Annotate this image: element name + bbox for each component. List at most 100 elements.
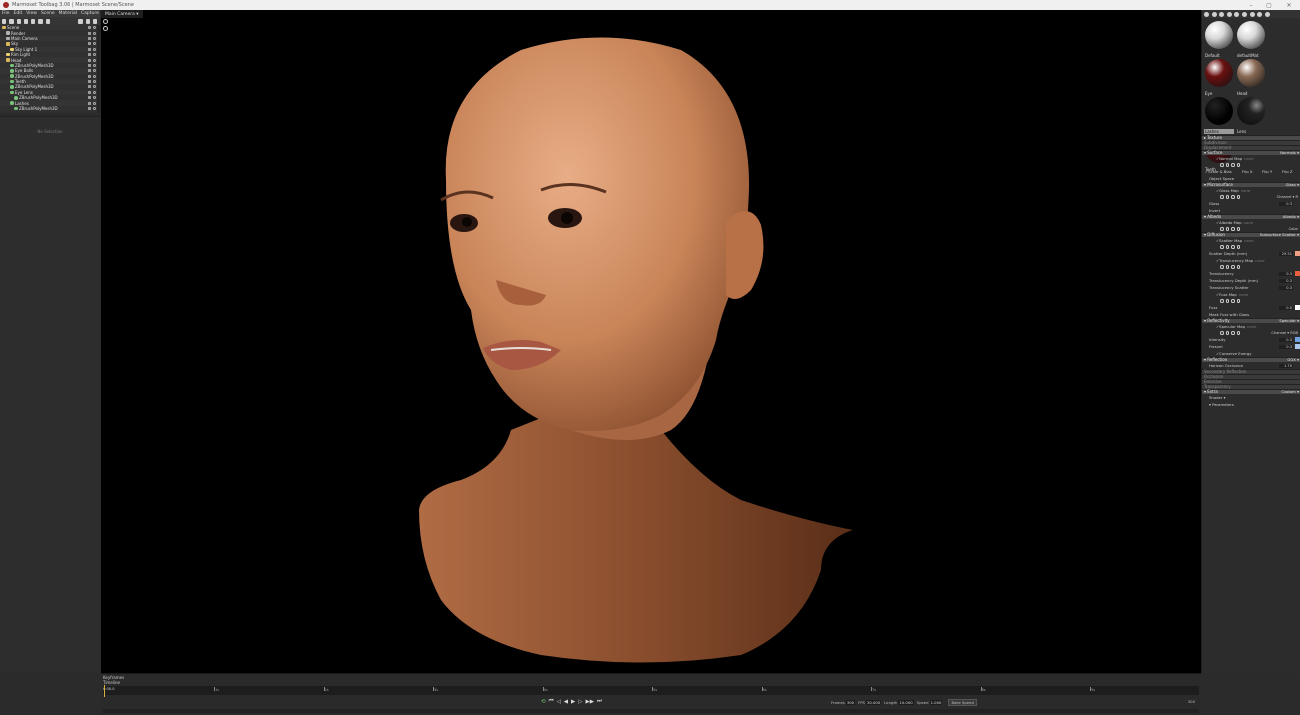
scale-bias-checkbox[interactable]: ✓Scale & Bias [1205, 169, 1232, 174]
menu-scene[interactable]: Scene [41, 11, 55, 16]
lock-icon[interactable] [88, 90, 91, 94]
material-thumbnail[interactable]: Eye [1204, 58, 1235, 96]
menu-edit[interactable]: Edit [14, 11, 23, 16]
property-value-field[interactable]: 0.3 [1279, 337, 1293, 342]
close-button[interactable]: ✕ [1282, 0, 1296, 10]
add-sky-icon[interactable] [23, 18, 28, 24]
lock-icon[interactable] [88, 96, 91, 100]
menu-file[interactable]: File [2, 11, 10, 16]
search-icon[interactable] [1225, 163, 1229, 167]
visibility-eye-icon[interactable] [93, 74, 96, 78]
picker-icon[interactable] [1241, 11, 1247, 17]
open-icon[interactable] [1220, 331, 1224, 335]
gizmo-icon[interactable] [103, 19, 108, 24]
maximize-button[interactable]: ▢ [1262, 0, 1276, 10]
property-value-field[interactable]: 0.3 [1279, 344, 1293, 349]
material-thumbnail[interactable]: Lashes [1204, 96, 1235, 134]
color-swatch[interactable] [1295, 305, 1300, 311]
length-input[interactable]: 10.000 [898, 700, 914, 705]
duplicate-material-icon[interactable] [1226, 11, 1232, 17]
camera-tab[interactable]: Main Camera ▾ [101, 10, 143, 18]
edit-icon[interactable] [1231, 299, 1235, 303]
flip-checkbox[interactable]: Flip X [1242, 168, 1253, 175]
edit-icon[interactable] [1231, 163, 1235, 167]
edit-icon[interactable] [1231, 331, 1235, 335]
visibility-eye-icon[interactable] [93, 53, 96, 57]
clear-icon[interactable] [1236, 299, 1240, 303]
add-camera-icon[interactable] [16, 18, 21, 24]
timeline-scrollbar[interactable] [103, 709, 1199, 713]
open-icon[interactable] [1220, 163, 1224, 167]
clear-icon[interactable] [1236, 195, 1240, 199]
playhead[interactable] [104, 685, 105, 697]
visibility-eye-icon[interactable] [93, 26, 96, 30]
visibility-eye-icon[interactable] [93, 63, 96, 67]
outliner-item[interactable]: ZBrushPolyMesh3D [0, 106, 97, 111]
color-swatch[interactable] [1295, 271, 1300, 277]
add-shadow-icon[interactable] [31, 18, 36, 24]
lock-icon[interactable] [88, 101, 91, 105]
step-forward-button[interactable]: ▷ [578, 699, 582, 705]
lock-icon[interactable] [88, 85, 91, 89]
minimize-button[interactable]: – [1244, 0, 1258, 10]
menu-view[interactable]: View [26, 11, 37, 16]
step-back-button[interactable]: ◀ [564, 699, 568, 705]
property-value-field[interactable]: 1.70 [1279, 363, 1293, 368]
material-library-icon[interactable] [1211, 11, 1217, 17]
visibility-eye-icon[interactable] [93, 90, 96, 94]
edit-icon[interactable] [1231, 227, 1235, 231]
add-light-icon[interactable] [9, 18, 14, 24]
edit-icon[interactable] [1231, 265, 1235, 269]
lock-icon[interactable] [88, 58, 91, 62]
visibility-eye-icon[interactable] [93, 58, 96, 62]
color-swatch[interactable] [1295, 251, 1300, 257]
property-value-field[interactable]: 0.3 [1279, 271, 1293, 276]
property-label[interactable]: ✓Gloss Map [1216, 188, 1239, 193]
material-thumbnail[interactable]: defaultMat [1236, 20, 1267, 58]
lock-icon[interactable] [88, 107, 91, 111]
open-icon[interactable] [1220, 299, 1224, 303]
lock-icon[interactable] [88, 80, 91, 84]
lock-icon[interactable] [88, 47, 91, 51]
delete-icon[interactable] [92, 18, 97, 24]
visibility-eye-icon[interactable] [93, 96, 96, 100]
visibility-eye-icon[interactable] [93, 47, 96, 51]
property-value-field[interactable]: 0.3 [1279, 285, 1293, 290]
property-label[interactable]: ✓Conserve Energy [1216, 351, 1252, 356]
skip-end-button[interactable]: ⏭ [597, 698, 602, 705]
lock-icon[interactable] [88, 26, 91, 30]
bake-speed-button[interactable]: Bake Speed [948, 699, 977, 706]
search-icon[interactable] [1225, 265, 1229, 269]
visibility-eye-icon[interactable] [93, 36, 96, 40]
viewport[interactable]: Main Camera ▾ [101, 10, 1201, 673]
search-icon[interactable] [1225, 331, 1229, 335]
lock-icon[interactable] [88, 42, 91, 46]
info-icon[interactable] [1264, 11, 1270, 17]
speed-input[interactable]: 1.000 [929, 700, 943, 705]
property-label[interactable]: ✓Specular Map [1216, 324, 1245, 329]
search-icon[interactable] [1225, 299, 1229, 303]
clear-icon[interactable] [1236, 163, 1240, 167]
refresh-icon[interactable] [1249, 11, 1255, 17]
end-frame[interactable]: 300 [1188, 699, 1195, 704]
property-label[interactable]: ✓Translucency Map [1216, 258, 1253, 263]
prev-key-button[interactable]: ◁ [557, 699, 561, 705]
property-value-field[interactable]: 0.3 [1279, 278, 1293, 283]
menu-capture[interactable]: Capture [81, 11, 99, 16]
lock-icon[interactable] [88, 69, 91, 73]
visibility-eye-icon[interactable] [93, 69, 96, 73]
clear-icon[interactable] [1236, 245, 1240, 249]
open-icon[interactable] [1220, 265, 1224, 269]
visibility-eye-icon[interactable] [93, 42, 96, 46]
property-label[interactable]: ✓Fuzz Map [1216, 292, 1237, 297]
property-value-field[interactable]: 29.51 [1279, 251, 1293, 256]
outliner-scrollbar[interactable] [97, 25, 100, 113]
property-value-field[interactable]: 0.0 [1279, 305, 1293, 310]
add-fog-icon[interactable] [38, 18, 43, 24]
add-object-icon[interactable] [2, 18, 7, 24]
property-label[interactable]: ✓Albedo Map [1216, 220, 1242, 225]
visibility-eye-icon[interactable] [93, 80, 96, 84]
flip-checkbox[interactable]: Flip Y [1262, 168, 1272, 175]
property-label[interactable]: ✓Scatter Map [1216, 238, 1242, 243]
flip-checkbox[interactable]: Flip Z [1282, 168, 1293, 175]
